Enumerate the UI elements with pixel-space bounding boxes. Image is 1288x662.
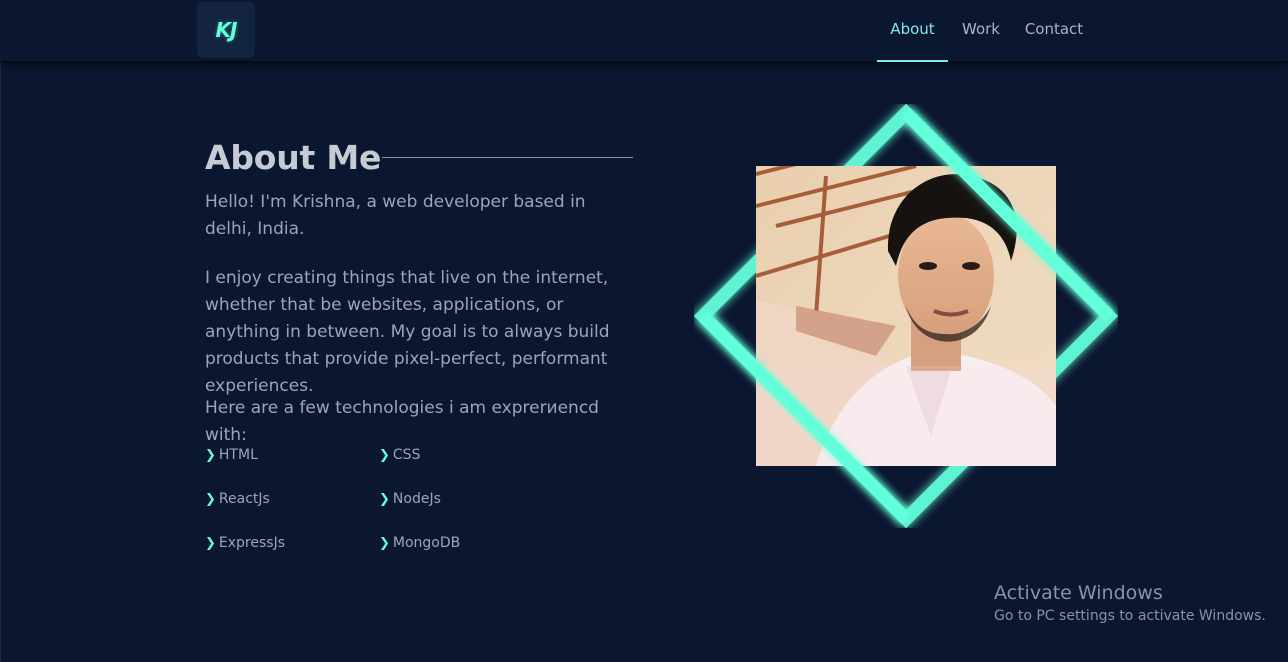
- top-navbar: KJ About Work Contact: [0, 0, 1288, 62]
- technology-label: CSS: [392, 447, 421, 463]
- technology-label: ExpressJs: [218, 535, 285, 551]
- technology-item: ❯ NodeJs: [379, 491, 441, 507]
- nav-link-about[interactable]: About: [877, 0, 948, 62]
- profile-photo-illustration: [756, 166, 1056, 466]
- page-edge-line: [0, 0, 1, 662]
- chevron-right-icon: ❯: [205, 536, 216, 551]
- logo-text: KJ: [215, 18, 238, 42]
- about-title: About Me: [205, 138, 382, 177]
- technology-label: ReactJs: [218, 491, 270, 507]
- activate-windows-title: Activate Windows: [994, 582, 1163, 604]
- technology-item: ❯ ExpressJs: [205, 535, 285, 551]
- technology-item: ❯ MongoDB: [379, 535, 460, 551]
- nav-link-contact[interactable]: Contact: [1022, 0, 1086, 60]
- technology-item: ❯ ReactJs: [205, 491, 270, 507]
- technology-item: ❯ HTML: [205, 447, 258, 463]
- chevron-right-icon: ❯: [205, 448, 216, 463]
- technology-label: MongoDB: [392, 535, 461, 551]
- activate-windows-subtitle: Go to PC settings to activate Windows.: [994, 608, 1266, 624]
- technology-label: HTML: [218, 447, 258, 463]
- chevron-right-icon: ❯: [379, 536, 390, 551]
- site-logo[interactable]: KJ: [197, 2, 255, 58]
- chevron-right-icon: ❯: [379, 448, 390, 463]
- chevron-right-icon: ❯: [205, 492, 216, 507]
- technology-item: ❯ CSS: [379, 447, 420, 463]
- title-divider: [382, 157, 633, 158]
- nav-link-work[interactable]: Work: [955, 0, 1007, 60]
- profile-photo: [756, 166, 1056, 466]
- technology-label: NodeJs: [392, 491, 441, 507]
- chevron-right-icon: ❯: [379, 492, 390, 507]
- bio-paragraph: I enjoy creating things that live on the…: [205, 268, 610, 396]
- technologies-intro: Here are a few technologies i am exprerи…: [205, 398, 599, 445]
- intro-paragraph: Hello! I'm Krishna, a web developer base…: [205, 192, 586, 239]
